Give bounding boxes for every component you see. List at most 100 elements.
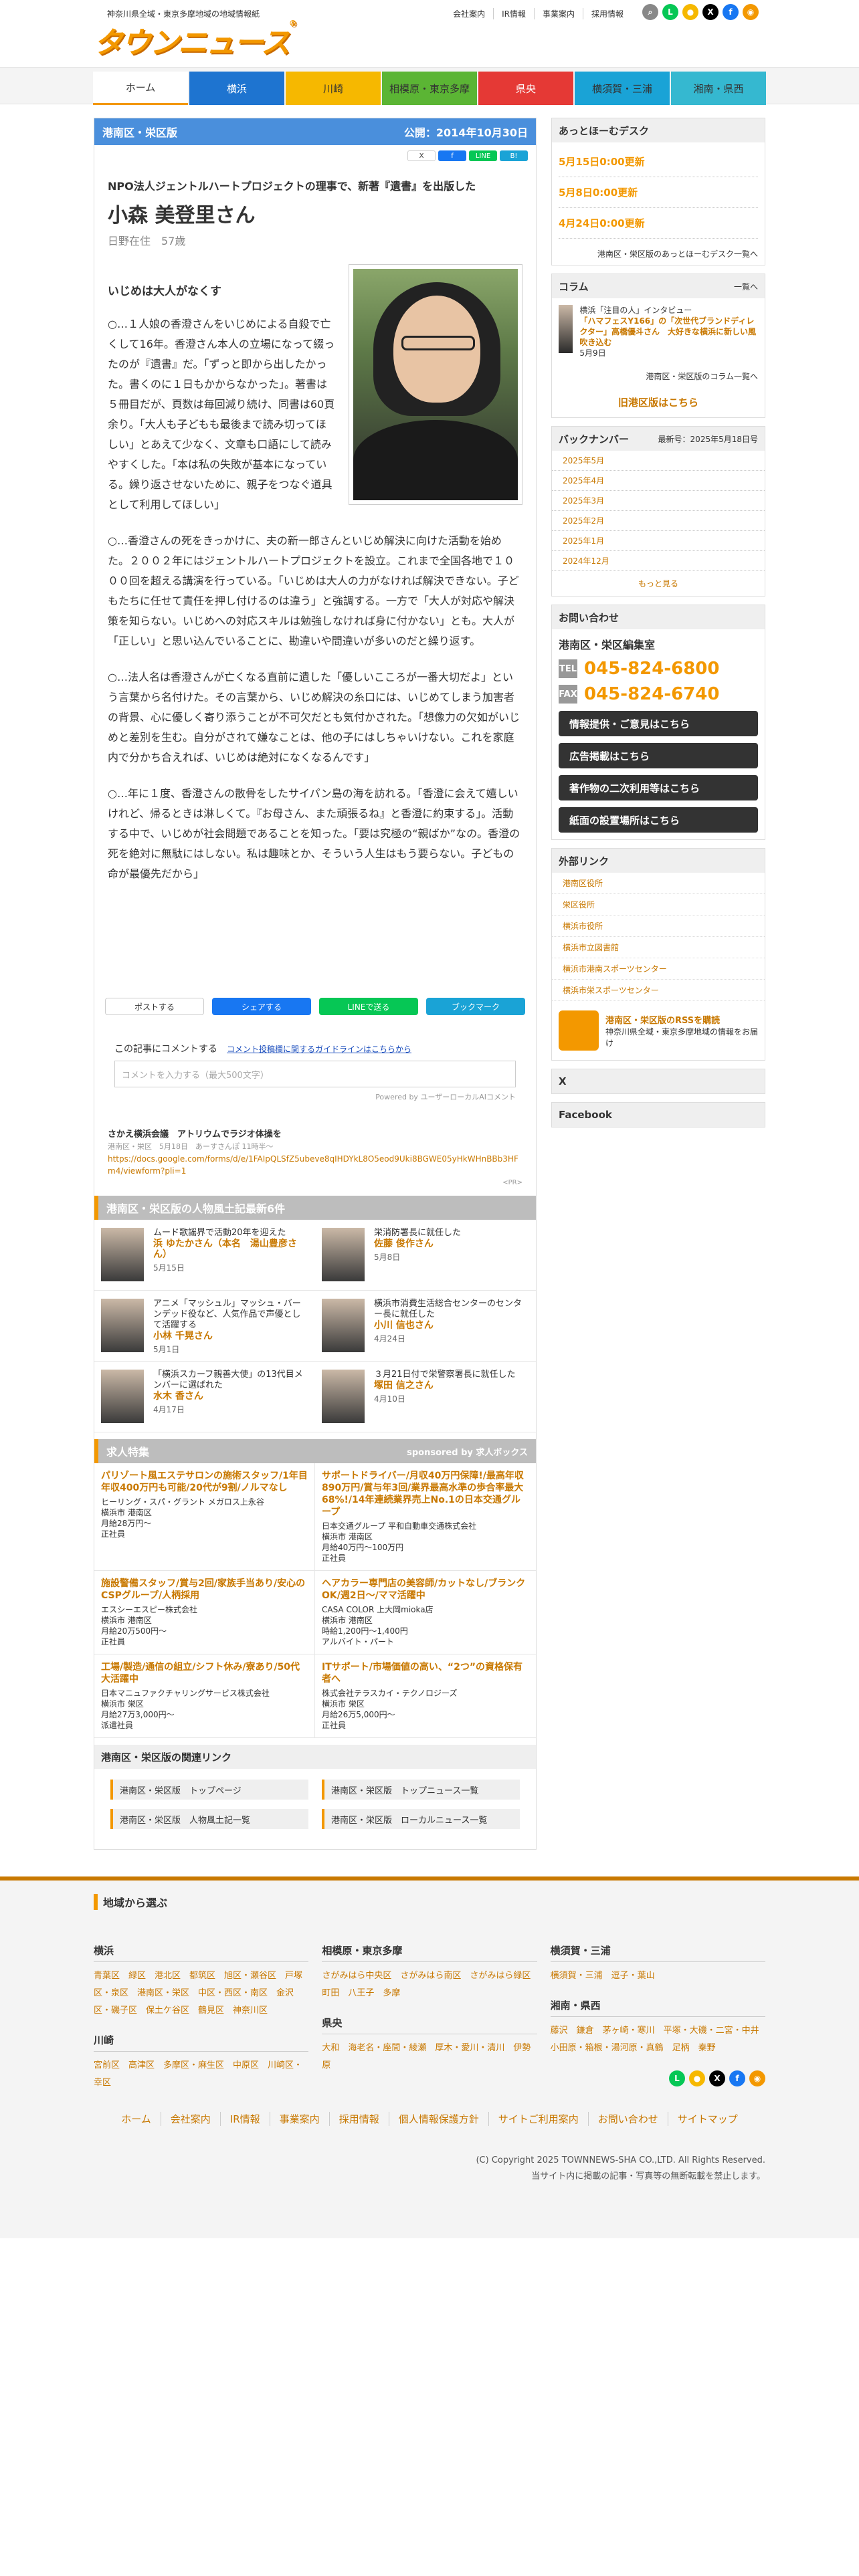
share-facebook-button[interactable]: シェアする: [212, 998, 311, 1015]
old-edition-link[interactable]: 旧港区版はこちら: [552, 387, 765, 417]
top-link-company[interactable]: 会社案内: [445, 8, 493, 19]
top-link-recruit[interactable]: 採用情報: [582, 8, 632, 19]
smartnews-icon[interactable]: ●: [689, 2070, 705, 2086]
footer-links[interactable]: 藤沢 鎌倉 茅ヶ崎・寒川 平塚・大磯・二宮・中井 小田原・箱根・湯河原・真鶴 足…: [551, 2022, 768, 2057]
rss-icon[interactable]: ◉: [743, 4, 759, 20]
desk-item[interactable]: 4月24日0:00更新: [559, 208, 758, 239]
rss-icon[interactable]: ◉: [749, 2070, 765, 2086]
ext-link[interactable]: 横浜市立図書館: [552, 937, 765, 958]
footer-nav-link[interactable]: 事業案内: [269, 2112, 329, 2126]
tel-number[interactable]: 045-824-6800: [584, 659, 720, 679]
job-item[interactable]: 施設警備スタッフ/賞与2回/家族手当あり/安心のCSPグループ/人柄採用 エスシー…: [94, 1571, 315, 1654]
pr-link[interactable]: https://docs.google.com/forms/d/e/1FAIpQ…: [108, 1153, 522, 1177]
rss-subscribe[interactable]: 港南区・栄区版のRSSを購読 神奈川県全域・東京多摩地域の情報をお届け: [552, 1001, 765, 1060]
line-icon[interactable]: L: [669, 2070, 685, 2086]
ext-link[interactable]: 横浜市役所: [552, 916, 765, 937]
list-item[interactable]: 横浜市消費生活総合センターのセンター長に就任した 小川 信也さん 4月24日: [315, 1291, 536, 1362]
smartnews-icon[interactable]: ●: [682, 4, 698, 20]
list-item[interactable]: 栄消防署長に就任した 佐藤 俊作さん 5月8日: [315, 1220, 536, 1291]
related-link[interactable]: 港南区・栄区版 ローカルニュース一覧: [322, 1809, 520, 1829]
contact-copyright-button[interactable]: 著作物の二次利用等はこちら: [559, 775, 758, 800]
list-item[interactable]: アニメ「マッシュル」マッシュ・バーンデッド役など、人気作品で声優として活躍する小…: [94, 1291, 315, 1362]
footer-links[interactable]: 横須賀・三浦 逗子・葉山: [551, 1967, 765, 1985]
backnumber-item[interactable]: 2025年3月: [552, 491, 765, 511]
job-item[interactable]: パリゾート風エステサロンの施術スタッフ/1年目年収400万円も可能/20代が9割…: [94, 1463, 315, 1571]
backnumber-item[interactable]: 2025年4月: [552, 471, 765, 491]
job-item[interactable]: サポートドライバー/月収40万円保障!/最高年収890万円/賞与年3回/業界最高…: [315, 1463, 536, 1571]
footer-nav-link[interactable]: IR情報: [219, 2112, 270, 2126]
backnumber-item[interactable]: 2025年5月: [552, 451, 765, 471]
share-bookmark-button[interactable]: ブックマーク: [426, 998, 525, 1015]
main-column: 港南区・栄区版 公開：2014年10月30日 X f LINE B! NPO法人…: [94, 118, 537, 1850]
ext-link[interactable]: 横浜市栄スポーツセンター: [552, 980, 765, 1001]
footer-links[interactable]: 青葉区 緑区 港北区 都筑区 旭区・瀬谷区 戸塚区・泉区 港南区・栄区 中区・西…: [94, 1967, 308, 2020]
job-item[interactable]: 工場/製造/通信の組立/シフト休み/寮あり/50代大活躍中 日本マニュファクチャリ…: [94, 1654, 315, 1738]
column-item[interactable]: 横浜「注目の人」インタビュー 「ハマフェスY166」の「次世代ブランドディレクター…: [552, 298, 765, 365]
comment-input[interactable]: コメントを入力する（最大500文字）: [114, 1061, 516, 1087]
backnumber-item[interactable]: 2024年12月: [552, 551, 765, 571]
search-icon[interactable]: ⌕: [642, 4, 658, 20]
list-item[interactable]: ムード歌謡界で活動20年を迎えた浜 ゆたかさん（本名 湯山豊彦さん） 5月15日: [94, 1220, 315, 1291]
avatar: [322, 1370, 365, 1423]
footer-nav-link[interactable]: 採用情報: [328, 2112, 389, 2126]
site-logo[interactable]: タウンニュース®: [94, 19, 297, 62]
desk-item[interactable]: 5月8日0:00更新: [559, 177, 758, 208]
ext-link[interactable]: 栄区役所: [552, 894, 765, 916]
copyright-notice: 当サイト内に掲載の記事・写真等の無断転載を禁止します。: [531, 2171, 765, 2181]
desk-more-link[interactable]: 港南区・栄区版のあっとほーむデスク一覧へ: [552, 243, 765, 265]
job-item[interactable]: ヘアカラー専門店の美容師/カットなし/ブランクOK/週2日〜/ママ活躍中 CASA…: [315, 1571, 536, 1654]
footer-nav-link[interactable]: お問い合わせ: [587, 2112, 668, 2126]
related-link[interactable]: 港南区・栄区版 トップページ: [110, 1780, 308, 1800]
contact-info-button[interactable]: 情報提供・ご意見はこちら: [559, 711, 758, 736]
footer-group-title: 横須賀・三浦: [550, 1943, 765, 1962]
share-x-button[interactable]: ポストする: [105, 998, 204, 1015]
x-icon[interactable]: X: [702, 4, 719, 20]
facebook-icon[interactable]: f: [729, 2070, 745, 2086]
facebook-icon[interactable]: f: [723, 4, 739, 20]
ext-link[interactable]: 横浜市港南スポーツセンター: [552, 958, 765, 980]
related-link[interactable]: 港南区・栄区版 人物風土記一覧: [110, 1809, 308, 1829]
footer-nav-link[interactable]: サイトご利用案内: [488, 2112, 588, 2126]
footer-nav-link[interactable]: 個人情報保護方針: [388, 2112, 488, 2126]
avatar: [101, 1370, 144, 1423]
tab-shonan[interactable]: 湘南・県西: [671, 72, 766, 105]
top-link-ir[interactable]: IR情報: [493, 8, 534, 19]
tab-kenou[interactable]: 県央: [478, 72, 573, 105]
column-more-link[interactable]: 港南区・栄区版のコラム一覧へ: [552, 365, 765, 387]
footer-links[interactable]: 大和 海老名・座間・綾瀬 厚木・愛川・清川 伊勢原: [322, 2040, 537, 2074]
avatar: [322, 1299, 365, 1352]
job-item[interactable]: ITサポート/市場価値の高い、“2つ”の資格保有者へ 株式会社テラスカイ・テクノロ…: [315, 1654, 536, 1738]
x-icon[interactable]: X: [709, 2070, 725, 2086]
footer-nav-link[interactable]: サイトマップ: [667, 2112, 747, 2126]
tab-home[interactable]: ホーム: [93, 72, 188, 105]
mini-share-line[interactable]: LINE: [469, 150, 497, 161]
footer-nav-link[interactable]: ホーム: [112, 2112, 161, 2126]
list-item[interactable]: 「横浜スカーフ親善大使」の13代目メンバーに選ばれた 水木 香さん 4月17日: [94, 1362, 315, 1432]
desk-item[interactable]: 5月15日0:00更新: [559, 146, 758, 177]
pr-title[interactable]: さかえ横浜会議 アトリウムでラジオ体操を: [108, 1129, 522, 1141]
backnumber-item[interactable]: 2025年2月: [552, 511, 765, 531]
column-list-link[interactable]: 一覧へ: [734, 281, 758, 292]
footer-nav-link[interactable]: 会社案内: [160, 2112, 220, 2126]
backnumber-more[interactable]: もっと見る: [552, 571, 765, 596]
ext-link[interactable]: 港南区役所: [552, 873, 765, 894]
tab-yokohama[interactable]: 横浜: [189, 72, 284, 105]
contact-ad-button[interactable]: 広告掲載はこちら: [559, 743, 758, 768]
mini-share-fb[interactable]: f: [438, 150, 466, 161]
tab-yokosuka[interactable]: 横須賀・三浦: [575, 72, 670, 105]
top-link-business[interactable]: 事業案内: [533, 8, 583, 19]
list-item[interactable]: ３月21日付で栄警察署長に就任した 塚田 信之さん 4月10日: [315, 1362, 536, 1432]
line-icon[interactable]: L: [662, 4, 678, 20]
tab-sagamihara[interactable]: 相模原・東京多摩: [382, 72, 477, 105]
footer-links[interactable]: さがみはら中央区 さがみはら南区 さがみはら緑区 町田 八王子 多摩: [322, 1967, 539, 2002]
related-link[interactable]: 港南区・栄区版 トップニュース一覧: [322, 1780, 520, 1800]
contact-location-button[interactable]: 紙面の設置場所はこちら: [559, 807, 758, 833]
backnumber-item[interactable]: 2025年1月: [552, 531, 765, 551]
tab-kawasaki[interactable]: 川崎: [286, 72, 381, 105]
footer-links[interactable]: 宮前区 高津区 多摩区・麻生区 中原区 川崎区・幸区: [94, 2057, 308, 2092]
share-line-button[interactable]: LINEで送る: [319, 998, 418, 1015]
mini-share-hatena[interactable]: B!: [500, 150, 528, 161]
comment-guide-link[interactable]: コメント投稿欄に関するガイドラインはこちらから: [227, 1045, 411, 1054]
avatar: [559, 305, 573, 353]
mini-share-x[interactable]: X: [407, 150, 436, 161]
